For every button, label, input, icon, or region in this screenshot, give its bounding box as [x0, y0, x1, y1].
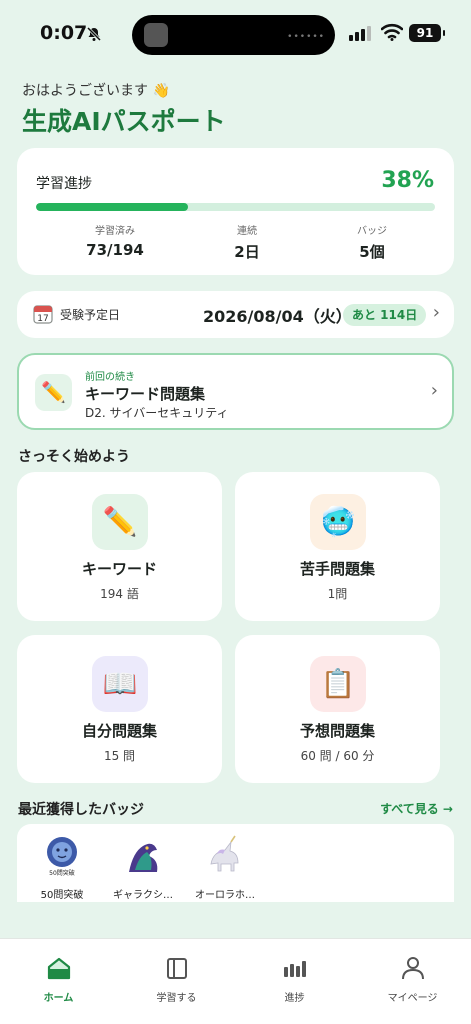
- exam-date: 2026/08/04（火）: [203, 307, 352, 326]
- tab-label: 進捗: [284, 993, 305, 1004]
- book-icon: 📖: [92, 656, 148, 712]
- badge-item[interactable]: オーロラホ…: [193, 834, 257, 901]
- tile-mock-exam[interactable]: 📋 予想問題集 60 問 / 60 分: [235, 635, 440, 783]
- tab-label: ホーム: [43, 993, 74, 1004]
- battery-indicator: 91: [409, 24, 445, 42]
- status-bar: 0:07 •••••• 91: [0, 0, 471, 68]
- dynamic-island: ••••••: [132, 15, 335, 55]
- tile-title: 予想問題集: [299, 722, 375, 740]
- tile-weak-questions[interactable]: 🥶 苦手問題集 1問: [235, 472, 440, 621]
- tile-sub: 60 問 / 60 分: [300, 749, 375, 763]
- continue-tag: 前回の続き: [85, 372, 135, 383]
- svg-text:50問突破: 50問突破: [49, 869, 75, 877]
- tile-keyword[interactable]: ✏️ キーワード 194 語: [17, 472, 222, 621]
- stat-label: バッジ: [357, 226, 387, 237]
- progress-card[interactable]: 学習進捗 38% 学習済み 73/194 連続 2日 バッジ 5個: [17, 148, 454, 275]
- continue-title: キーワード問題集: [85, 385, 206, 403]
- tab-progress[interactable]: 進捗: [236, 955, 353, 1004]
- progress-bar-fill: [36, 203, 188, 211]
- badge-name: 50問突破: [40, 890, 84, 901]
- progress-bar: [36, 203, 435, 211]
- unicorn-badge-icon: [210, 835, 239, 872]
- stat-label: 学習済み: [95, 226, 135, 237]
- chevron-right-icon: ›: [430, 380, 438, 401]
- days-remaining-badge: あと 114日: [343, 304, 427, 326]
- tile-sub: 15 問: [103, 749, 136, 763]
- dragon-badge-icon: [129, 843, 158, 872]
- wifi-icon: [381, 23, 403, 41]
- greeting: おはようございます 👋: [22, 83, 170, 99]
- cold-face-icon: 🥶: [310, 494, 366, 550]
- progress-label: 学習進捗: [36, 176, 92, 192]
- stat-label: 連続: [237, 226, 257, 237]
- see-all-badges-link[interactable]: すべて見る →: [380, 800, 453, 817]
- exam-date-card[interactable]: 17 受験予定日 2026/08/04（火） あと 114日 ›: [17, 291, 454, 338]
- page-title: 生成AIパスポート: [22, 107, 226, 136]
- pencil-icon: ✏️: [92, 494, 148, 550]
- stat-streak: 連続 2日: [187, 222, 307, 262]
- section-title-quick-start: さっそく始めよう: [18, 449, 130, 465]
- lion-badge-icon: 50問突破: [47, 837, 77, 877]
- tile-sub: 1問: [327, 587, 348, 601]
- status-time: 0:07: [40, 22, 88, 44]
- tab-label: 学習する: [156, 993, 197, 1004]
- tile-sub: 194 語: [100, 587, 139, 601]
- tile-title: キーワード: [81, 560, 157, 578]
- tab-bar: ホーム 学習する 進捗 マイページ: [0, 938, 471, 1024]
- bell-muted-icon: [86, 26, 102, 42]
- badges-card: 50問突破 50問突破 ギャラクシ… オーロラホ…: [17, 824, 454, 902]
- tile-title: 自分問題集: [81, 722, 157, 740]
- tab-study[interactable]: 学習する: [118, 955, 235, 1004]
- island-thumbnail: [144, 23, 168, 47]
- tab-mypage[interactable]: マイページ: [354, 955, 471, 1004]
- signal-icon: [349, 26, 371, 41]
- stat-badges: バッジ 5個: [312, 222, 432, 262]
- badge-name: オーロラホ…: [195, 890, 255, 901]
- tab-home[interactable]: ホーム: [0, 955, 117, 1004]
- stat-learned: 学習済み 73/194: [55, 222, 175, 259]
- island-dots: ••••••: [287, 32, 325, 42]
- tile-title: 苦手問題集: [299, 560, 375, 578]
- badge-item[interactable]: 50問突破 50問突破: [30, 834, 94, 901]
- clipboard-icon: 📋: [310, 656, 366, 712]
- bars-icon: [283, 961, 306, 977]
- person-icon: [401, 957, 424, 980]
- stat-value: 5個: [359, 243, 385, 261]
- pencil-icon: ✏️: [35, 374, 72, 411]
- progress-percent: 38%: [381, 168, 434, 193]
- book-panel-icon: [166, 958, 187, 979]
- calendar-icon: 17: [33, 305, 53, 324]
- exam-label: 受験予定日: [60, 308, 121, 322]
- tile-my-questions[interactable]: 📖 自分問題集 15 問: [17, 635, 222, 783]
- svg-text:17: 17: [37, 314, 48, 324]
- continue-card[interactable]: ✏️ 前回の続き キーワード問題集 D2. サイバーセキュリティ ›: [17, 353, 454, 430]
- badge-name: ギャラクシ…: [113, 890, 173, 901]
- badge-item[interactable]: ギャラクシ…: [111, 834, 175, 901]
- home-icon: [47, 957, 70, 980]
- chevron-right-icon: ›: [432, 302, 440, 323]
- stat-value: 2日: [234, 243, 260, 261]
- tab-label: マイページ: [387, 993, 438, 1004]
- section-title-badges: 最近獲得したバッジ: [18, 802, 144, 818]
- continue-subtitle: D2. サイバーセキュリティ: [85, 406, 229, 420]
- stat-value: 73/194: [86, 241, 144, 259]
